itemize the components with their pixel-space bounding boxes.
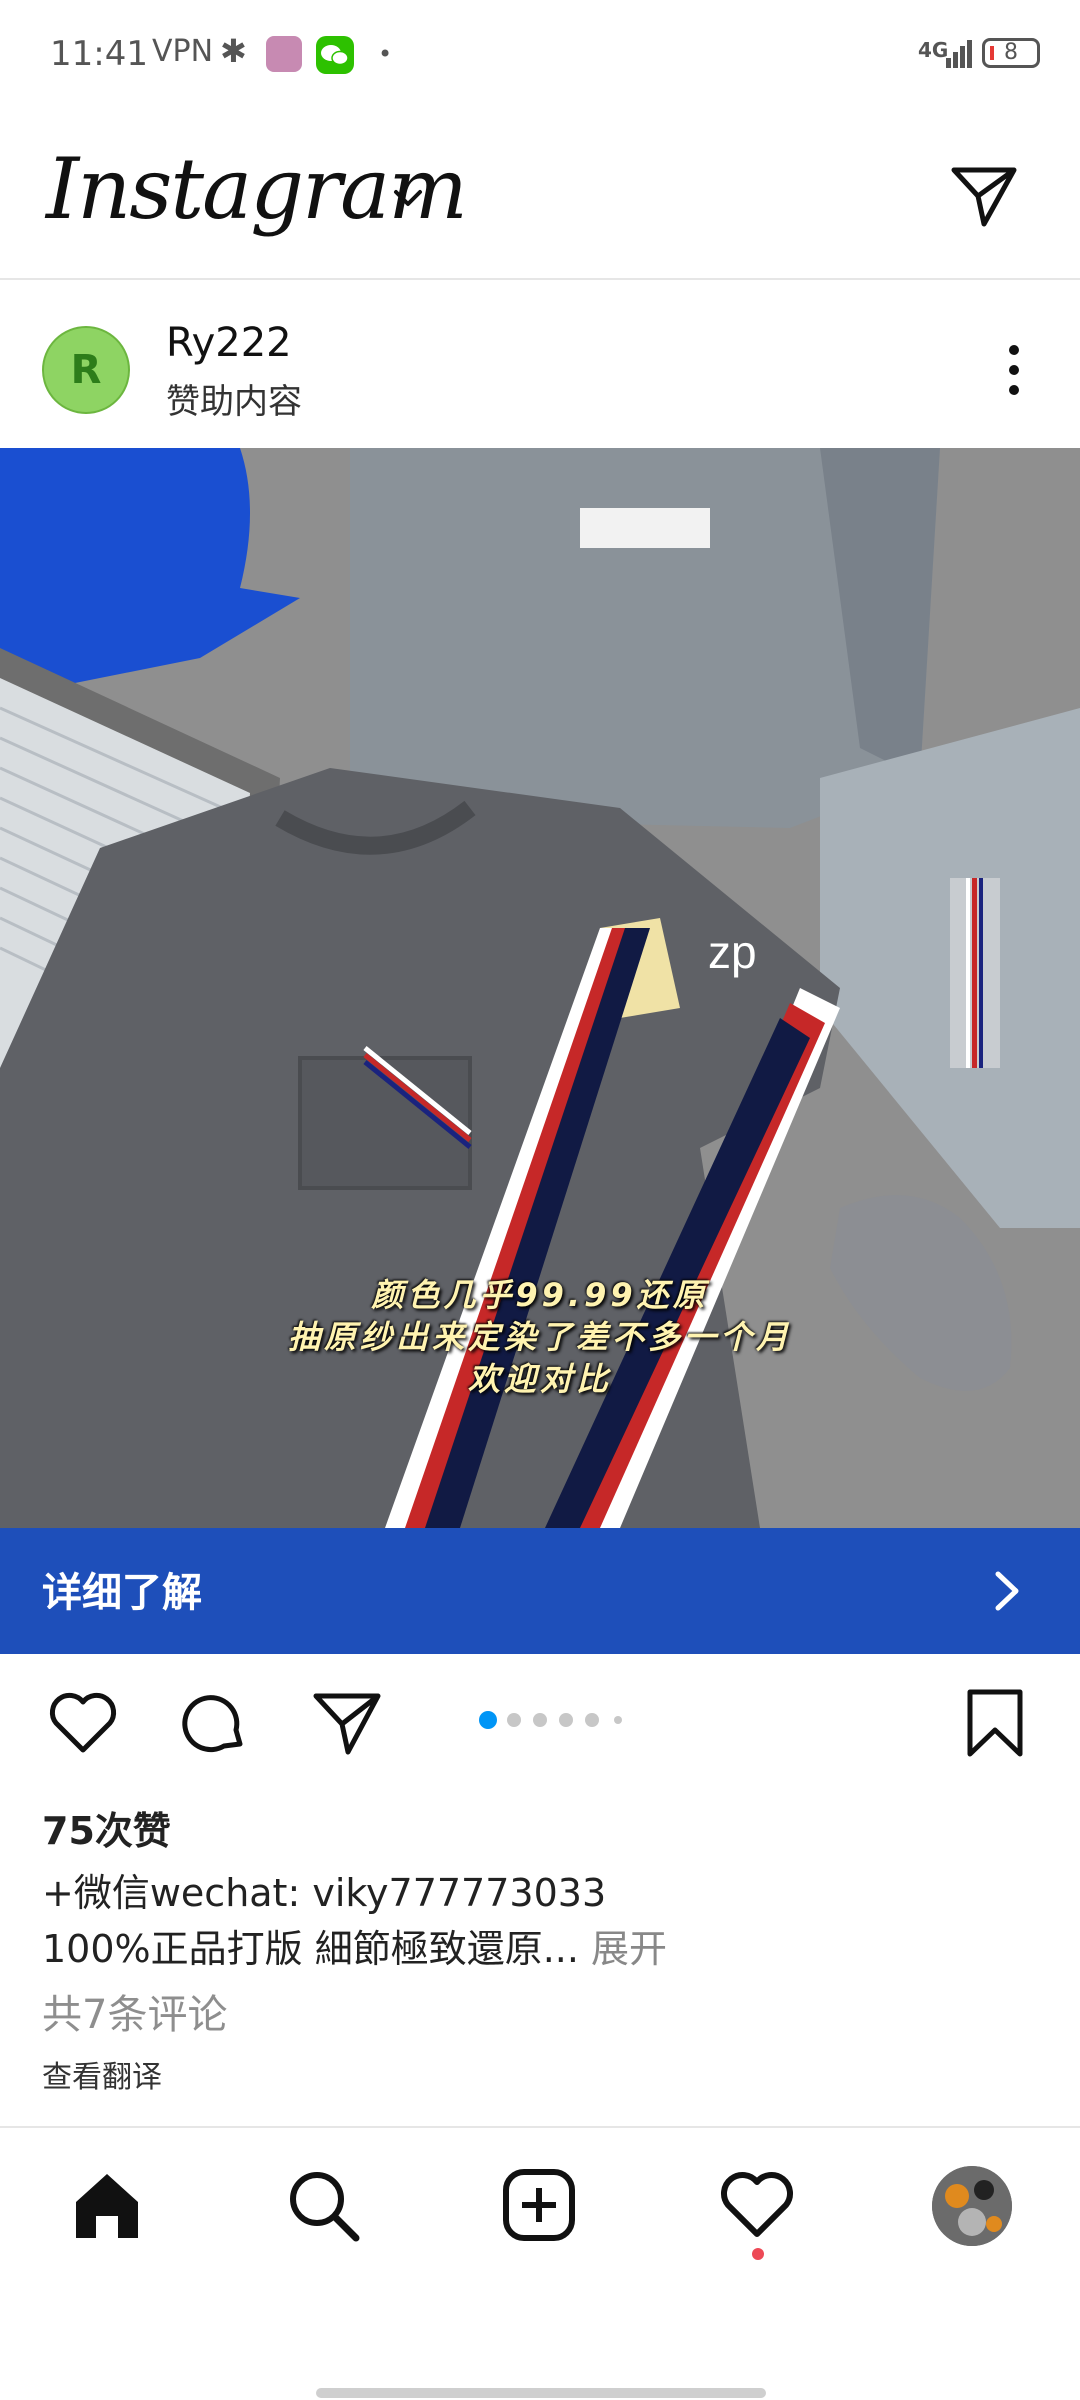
chevron-right-icon xyxy=(995,1571,1019,1611)
comment-icon[interactable] xyxy=(178,1686,252,1760)
wechat-icon xyxy=(316,36,354,74)
status-vpn: VPN xyxy=(152,34,214,69)
post-username[interactable]: Ry222 xyxy=(166,320,292,366)
carousel-dot xyxy=(559,1713,573,1727)
image-caption-line-2: 抽原纱出来定染了差不多一个月 xyxy=(287,1318,792,1356)
carousel-dot xyxy=(614,1716,622,1724)
learn-more-label: 详细了解 xyxy=(42,1570,202,1616)
carousel-dot xyxy=(533,1713,547,1727)
image-caption-line-3: 欢迎对比 xyxy=(467,1360,612,1398)
header-divider xyxy=(0,278,1080,280)
home-icon[interactable] xyxy=(68,2166,146,2244)
like-heart-icon[interactable] xyxy=(46,1686,120,1760)
sponsored-label[interactable]: 赞助内容 xyxy=(166,374,302,423)
status-more-dot: • xyxy=(378,40,393,68)
likes-count[interactable]: 75次赞 xyxy=(42,1800,171,1855)
learn-more-button[interactable]: 详细了解 xyxy=(0,1528,1080,1654)
signal-icon xyxy=(946,40,972,68)
carousel-dot xyxy=(585,1713,599,1727)
see-translation-link[interactable]: 查看翻译 xyxy=(42,2052,162,2096)
caption-line-1[interactable]: +微信wechat: viky777773033 xyxy=(42,1862,606,1917)
share-icon[interactable] xyxy=(310,1686,384,1760)
profile-avatar[interactable] xyxy=(932,2166,1012,2246)
create-post-icon[interactable] xyxy=(500,2166,578,2244)
image-watermark: zp xyxy=(708,926,757,978)
battery-icon: 8 xyxy=(982,38,1040,68)
image-caption-line-1: 颜色几乎99.99还原 xyxy=(371,1276,709,1314)
search-icon[interactable] xyxy=(284,2166,362,2244)
caption-more-link[interactable]: 展开 xyxy=(579,1927,667,1971)
bluetooth-icon: ✱ xyxy=(220,32,247,70)
carousel-indicator xyxy=(479,1711,622,1729)
app-notification-icon xyxy=(266,36,302,72)
activity-heart-icon[interactable] xyxy=(718,2166,796,2244)
post-image[interactable]: zp 颜色几乎99.99还原 抽原纱出来定染了差不多一个月 欢迎对比 xyxy=(0,448,1080,1528)
save-bookmark-icon[interactable] xyxy=(958,1686,1032,1760)
post-avatar[interactable]: R xyxy=(42,326,130,414)
carousel-dot xyxy=(507,1713,521,1727)
direct-message-icon[interactable] xyxy=(948,160,1020,232)
carousel-dot xyxy=(479,1711,497,1729)
more-options-icon[interactable] xyxy=(1000,340,1028,400)
status-time: 11:41 xyxy=(50,34,148,74)
caption-line-2[interactable]: 100%正品打版 細節極致還原... 展开 xyxy=(42,1918,667,1973)
nav-divider xyxy=(0,2126,1080,2128)
notification-dot xyxy=(752,2248,764,2260)
view-comments-link[interactable]: 共7条评论 xyxy=(42,1982,227,2040)
home-indicator[interactable] xyxy=(316,2388,766,2398)
chevron-down-icon[interactable] xyxy=(388,178,428,218)
caption-text: 100%正品打版 細節極致還原... xyxy=(42,1927,579,1971)
